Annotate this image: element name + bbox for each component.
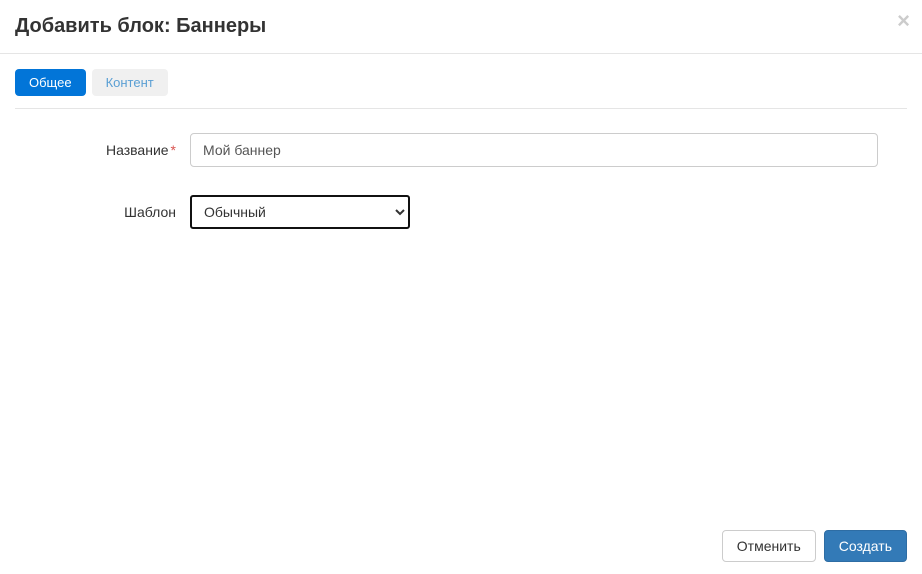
required-asterisk-icon: * xyxy=(171,142,176,158)
modal-footer: Отменить Создать xyxy=(0,518,922,574)
name-input[interactable] xyxy=(190,133,878,167)
modal-title: Добавить блок: Баннеры xyxy=(15,15,907,38)
template-select[interactable]: Обычный xyxy=(190,195,410,229)
name-label: Название* xyxy=(15,142,190,158)
tabs: Общее Контент xyxy=(15,69,907,109)
template-label: Шаблон xyxy=(15,204,190,220)
tab-general[interactable]: Общее xyxy=(15,69,86,96)
form-row-name: Название* xyxy=(15,133,907,167)
modal-body: Общее Контент Название* Шаблон Обычный xyxy=(0,54,922,272)
name-label-text: Название xyxy=(106,142,169,158)
modal-header: Добавить блок: Баннеры × xyxy=(0,0,922,54)
close-icon[interactable]: × xyxy=(897,10,910,32)
form-row-template: Шаблон Обычный xyxy=(15,195,907,229)
create-button[interactable]: Создать xyxy=(824,530,907,562)
cancel-button[interactable]: Отменить xyxy=(722,530,816,562)
tab-content[interactable]: Контент xyxy=(92,69,168,96)
